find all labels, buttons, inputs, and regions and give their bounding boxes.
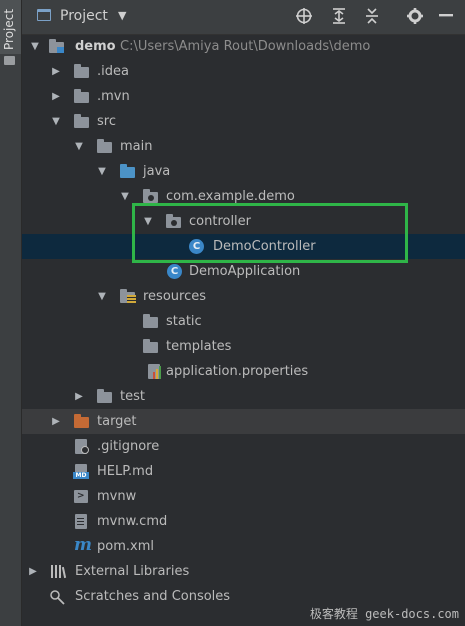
tree-label: External Libraries (75, 564, 190, 579)
locate-icon[interactable] (292, 4, 316, 28)
chevron-right-icon[interactable]: ▶ (49, 409, 63, 434)
chevron-right-icon[interactable]: ▶ (49, 59, 63, 84)
tree-row-mvnw-cmd[interactable]: mvnw.cmd (22, 509, 465, 534)
watermark: 极客教程 geek-docs.com (309, 607, 459, 621)
shell-script-icon: > (74, 489, 90, 504)
tree-label: Scratches and Consoles (75, 589, 231, 604)
tree-label: .mvn (97, 89, 130, 104)
folder-icon (97, 139, 113, 154)
tree-row-test[interactable]: ▶ test (22, 384, 465, 409)
tree-row-templates[interactable]: templates (22, 334, 465, 359)
tree-label: main (120, 139, 153, 154)
tree-label: mvnw (97, 489, 137, 504)
tree-label: src (97, 114, 116, 129)
tree-row-main[interactable]: ▼ main (22, 134, 465, 159)
ignore-file-icon (73, 439, 89, 454)
tree-label: templates (166, 339, 232, 354)
settings-icon[interactable] (403, 4, 427, 28)
tree-row-application-properties[interactable]: application.properties (22, 359, 465, 384)
resources-folder-icon (120, 289, 136, 304)
project-tool-tab[interactable]: Project (0, 0, 21, 54)
tree-row-external-libraries[interactable]: ▶ External Libraries (22, 559, 465, 584)
chevron-down-icon[interactable]: ▼ (118, 9, 126, 22)
chevron-right-icon[interactable]: ▶ (72, 384, 86, 409)
tree-label: static (166, 314, 202, 329)
spring-class-icon: C (167, 264, 183, 279)
tree-row-idea[interactable]: ▶ .idea (22, 59, 465, 84)
chevron-down-icon[interactable]: ▼ (95, 159, 109, 184)
tree-row-help[interactable]: MD HELP.md (22, 459, 465, 484)
maven-icon: m (74, 535, 92, 555)
chevron-right-icon[interactable]: ▶ (26, 559, 40, 584)
folder-icon (74, 89, 90, 104)
markdown-file-icon: MD (73, 464, 89, 479)
tree-row-java[interactable]: ▼ java (22, 159, 465, 184)
tree-label: .gitignore (97, 439, 160, 454)
properties-file-icon (146, 364, 162, 379)
scratches-icon (49, 589, 65, 605)
source-folder-icon (120, 164, 136, 179)
tree-label: resources (143, 289, 207, 304)
tree-row-mvn[interactable]: ▶ .mvn (22, 84, 465, 109)
tree-label: java (143, 164, 171, 179)
tree-label: pom.xml (97, 539, 154, 554)
highlight-box (132, 203, 408, 263)
tree-label: HELP.md (97, 464, 154, 479)
chevron-down-icon[interactable]: ▼ (95, 284, 109, 309)
tree-row-gitignore[interactable]: .gitignore (22, 434, 465, 459)
folder-icon (74, 114, 90, 129)
tree-row-static[interactable]: static (22, 309, 465, 334)
library-icon (51, 564, 67, 579)
chevron-down-icon[interactable]: ▼ (28, 34, 42, 59)
project-view-title[interactable]: Project (60, 8, 108, 24)
tree-row-pom[interactable]: m pom.xml (22, 534, 465, 559)
tool-window-strip: Project (0, 0, 22, 626)
collapse-all-icon[interactable] (360, 4, 384, 28)
tree-label: test (120, 389, 145, 404)
tree-label: target (97, 414, 137, 429)
excluded-folder-icon (74, 414, 90, 429)
module-folder-icon (49, 39, 65, 54)
folder-icon (4, 56, 15, 65)
module-path: C:\Users\Amiya Rout\Downloads\demo (120, 39, 371, 54)
package-icon (143, 189, 159, 204)
tree-label: demo (75, 39, 116, 54)
tree-label: application.properties (166, 364, 309, 379)
project-view-icon (37, 9, 51, 21)
project-panel-header: Project ▼ (22, 0, 465, 35)
folder-icon (97, 389, 113, 404)
chevron-right-icon[interactable]: ▶ (49, 84, 63, 109)
folder-icon (74, 64, 90, 79)
folder-icon (143, 339, 159, 354)
tree-label: mvnw.cmd (97, 514, 168, 529)
tree-row-demo[interactable]: ▼ demo C:\Users\Amiya Rout\Downloads\dem… (22, 34, 465, 59)
project-tool-tab-label: Project (2, 8, 16, 50)
chevron-down-icon[interactable]: ▼ (72, 134, 86, 159)
chevron-down-icon[interactable]: ▼ (118, 184, 132, 209)
tree-label: .idea (97, 64, 129, 79)
expand-all-icon[interactable] (327, 4, 351, 28)
tree-row-resources[interactable]: ▼ resources (22, 284, 465, 309)
tree-row-src[interactable]: ▼ src (22, 109, 465, 134)
chevron-down-icon[interactable]: ▼ (49, 109, 63, 134)
tree-row-target[interactable]: ▶ target (22, 409, 465, 434)
folder-icon (143, 314, 159, 329)
text-file-icon (73, 514, 89, 529)
hide-icon[interactable] (434, 4, 458, 28)
tree-row-mvnw[interactable]: > mvnw (22, 484, 465, 509)
